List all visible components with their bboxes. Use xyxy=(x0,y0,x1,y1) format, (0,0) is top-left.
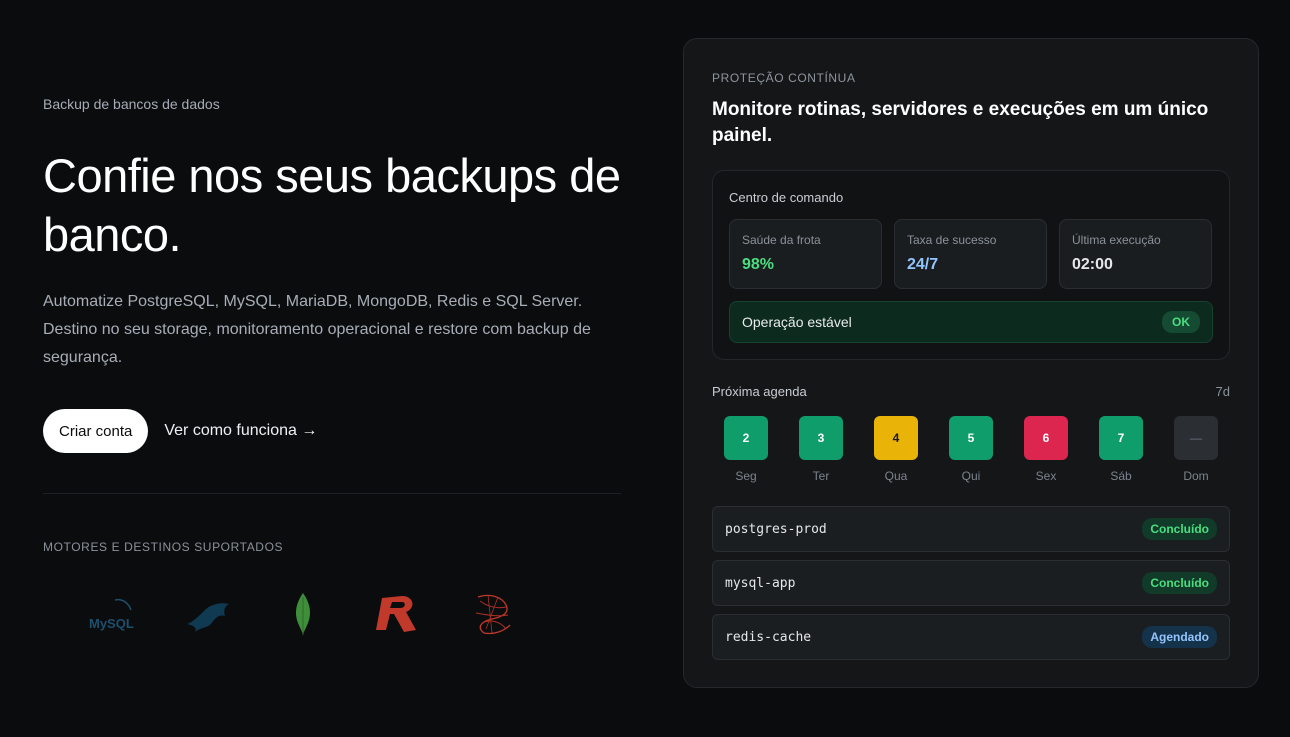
day-box[interactable]: 7 xyxy=(1099,416,1143,460)
stats-row: Saúde da frota 98% Taxa de sucesso 24/7 … xyxy=(729,219,1212,289)
redis-logo xyxy=(367,588,427,640)
day-label: Dom xyxy=(1183,469,1209,483)
job-status-badge: Agendado xyxy=(1142,626,1217,648)
hero-title: Confie nos seus backups de banco. xyxy=(43,149,621,261)
stat-value: 98% xyxy=(742,256,775,273)
job-row[interactable]: redis-cache Agendado xyxy=(712,614,1230,660)
agenda-day-sab: 7 Sáb xyxy=(1099,416,1143,483)
cta-row: Criar conta Ver como funciona → xyxy=(43,409,317,453)
command-center-label: Centro de comando xyxy=(729,190,844,205)
see-how-it-works-link[interactable]: Ver como funciona → xyxy=(164,422,317,440)
agenda-day-qui: 5 Qui xyxy=(949,416,993,483)
job-name: redis-cache xyxy=(725,629,812,645)
job-name: mysql-app xyxy=(725,575,796,591)
day-box[interactable]: 6 xyxy=(1024,416,1068,460)
mongodb-leaf-logo xyxy=(273,588,333,640)
day-label: Seg xyxy=(735,469,757,483)
stat-success-rate: Taxa de sucesso 24/7 xyxy=(894,219,1047,289)
day-label: Qua xyxy=(884,469,908,483)
day-box[interactable]: 3 xyxy=(799,416,843,460)
agenda-title: Próxima agenda xyxy=(712,384,807,399)
day-box[interactable]: — xyxy=(1174,416,1218,460)
agenda-day-ter: 3 Ter xyxy=(799,416,843,483)
stat-fleet-health: Saúde da frota 98% xyxy=(729,219,882,289)
day-label: Sáb xyxy=(1110,469,1132,483)
job-row[interactable]: postgres-prod Concluído xyxy=(712,506,1230,552)
agenda-day-sex: 6 Sex xyxy=(1024,416,1068,483)
create-account-button[interactable]: Criar conta xyxy=(43,409,149,453)
hero-lead: Automatize PostgreSQL, MySQL, MariaDB, M… xyxy=(43,293,591,366)
stat-label: Saúde da frota xyxy=(742,233,821,247)
day-box[interactable]: 5 xyxy=(949,416,993,460)
day-label: Ter xyxy=(812,469,830,483)
agenda-day-qua: 4 Qua xyxy=(874,416,918,483)
day-label: Qui xyxy=(961,469,981,483)
day-box[interactable]: 4 xyxy=(874,416,918,460)
stat-label: Última execução xyxy=(1072,233,1161,247)
job-name: postgres-prod xyxy=(725,521,827,537)
job-status-badge: Concluído xyxy=(1142,518,1217,540)
hero-eyebrow: Backup de bancos de dados xyxy=(43,96,220,112)
job-row[interactable]: mysql-app Concluído xyxy=(712,560,1230,606)
day-label: Sex xyxy=(1035,469,1057,483)
agenda-header: Próxima agenda 7d xyxy=(712,384,1230,399)
stat-value: 02:00 xyxy=(1072,256,1113,273)
command-center-panel: Centro de comando Saúde da frota 98% Tax… xyxy=(712,170,1230,360)
operation-status-bar: Operação estável OK xyxy=(729,301,1213,343)
card-eyebrow: PROTEÇÃO CONTÍNUA xyxy=(712,71,856,85)
agenda-range: 7d xyxy=(1215,384,1230,399)
monitoring-card: PROTEÇÃO CONTÍNUA Monitore rotinas, serv… xyxy=(683,38,1259,688)
status-badge: OK xyxy=(1162,311,1200,333)
mysql-logo: MySQL xyxy=(85,588,145,640)
agenda-day-seg: 2 Seg xyxy=(724,416,768,483)
mysql-logo-text: MySQL xyxy=(89,616,134,631)
agenda-day-dom: — Dom xyxy=(1174,416,1218,483)
card-title: Monitore rotinas, servidores e execuções… xyxy=(712,99,1209,146)
job-list: postgres-prod Concluído mysql-app Conclu… xyxy=(712,506,1230,660)
agenda-days: 2 Seg 3 Ter 4 Qua 5 Qui 6 Sex 7 Sáb — Do… xyxy=(724,416,1218,483)
stat-value: 24/7 xyxy=(907,256,939,273)
stat-last-run: Última execução 02:00 xyxy=(1059,219,1212,289)
mariadb-seal-logo xyxy=(179,588,239,640)
day-box[interactable]: 2 xyxy=(724,416,768,460)
supported-engines-label: MOTORES E DESTINOS SUPORTADOS xyxy=(43,540,284,554)
operation-status-text: Operação estável xyxy=(742,314,852,330)
stat-label: Taxa de sucesso xyxy=(907,233,997,247)
job-status-badge: Concluído xyxy=(1142,572,1217,594)
section-divider xyxy=(43,493,621,494)
engine-logos: MySQL xyxy=(85,588,521,640)
sql-server-logo xyxy=(461,588,521,640)
